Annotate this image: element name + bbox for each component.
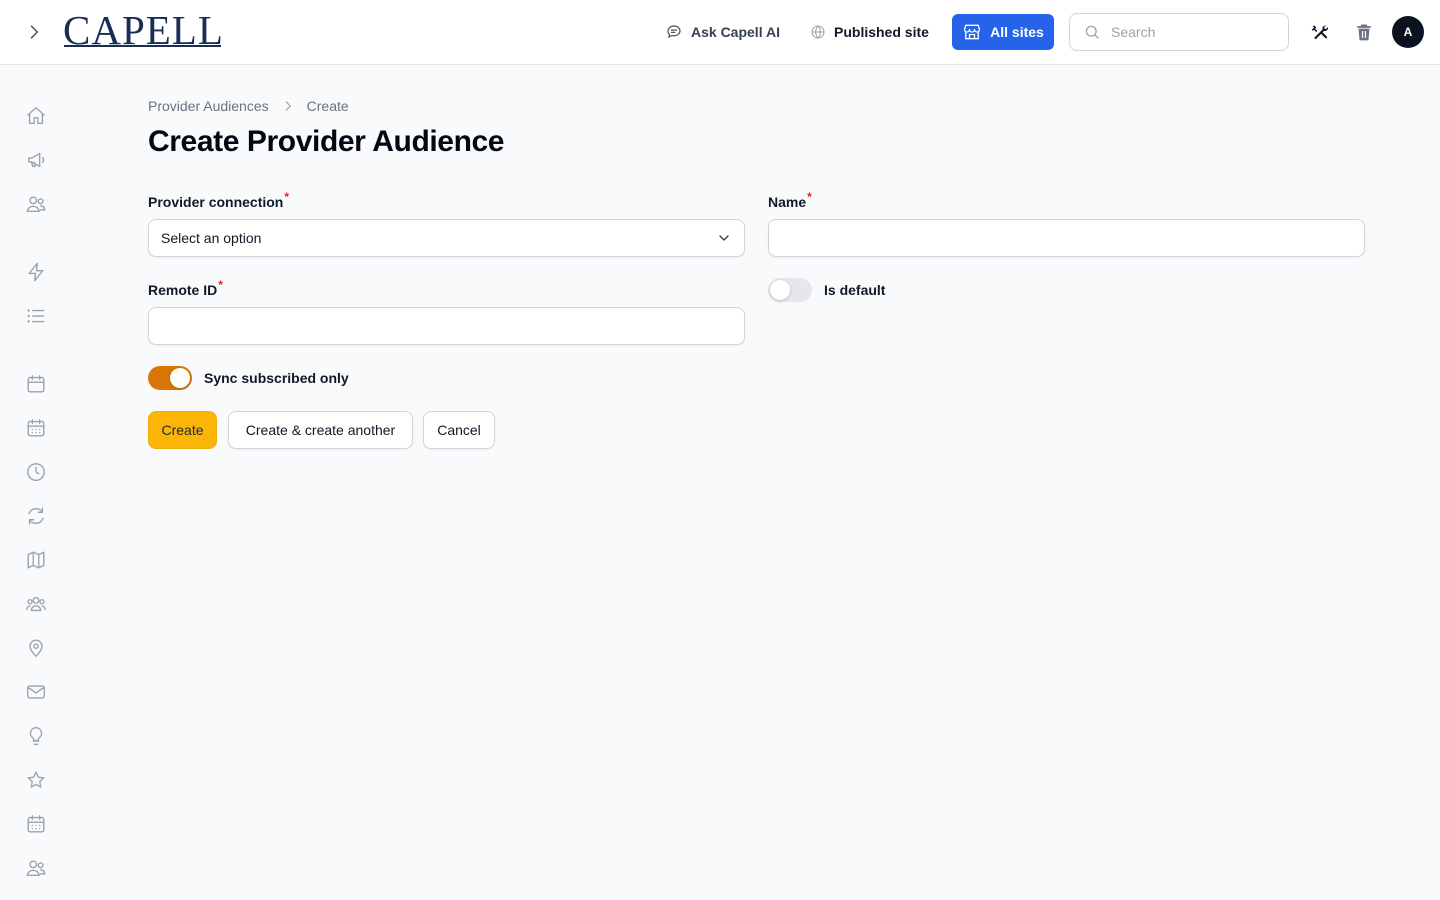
megaphone-icon [27,152,45,168]
search-input[interactable] [1111,24,1271,40]
required-marker: * [807,190,812,205]
create-and-create-another-button[interactable]: Create & create another [228,411,413,449]
sidebar-item-favorites[interactable] [24,768,48,792]
users-icon [26,196,46,213]
provider-connection-label-text: Provider connection [148,194,284,210]
sidebar-item-users[interactable] [24,192,48,216]
sync-subscribed-only-toggle[interactable] [148,366,192,390]
published-site-label: Published site [834,24,929,40]
user-group-icon [26,596,46,612]
trash-button[interactable] [1352,20,1376,44]
tools-button[interactable] [1308,20,1332,44]
calendar-days-icon [27,815,45,833]
breadcrumb: Provider Audiences Create [148,97,349,115]
sidebar-item-locations[interactable] [24,636,48,660]
published-site-link[interactable]: Published site [810,20,929,44]
remote-id-label: Remote ID* [148,278,223,299]
name-label: Name* [768,190,812,211]
breadcrumb-provider-audiences[interactable]: Provider Audiences [148,98,269,114]
breadcrumb-current: Create [306,98,349,114]
is-default-toggle[interactable] [768,278,812,302]
sidebar-item-members[interactable] [24,856,48,880]
clock-icon [27,463,45,481]
star-icon [27,771,45,788]
sidebar-item-home[interactable] [24,104,48,128]
is-default-label: Is default [824,282,886,298]
envelope-icon [27,685,45,699]
sidebar-item-groups[interactable] [24,592,48,616]
top-bar: CAPELL Ask Capell AI Published site All … [0,0,1440,65]
home-icon [27,107,45,125]
toggle-knob [170,368,190,388]
storefront-icon [963,24,981,40]
sidebar-item-automations[interactable] [24,260,48,284]
sidebar-item-lists[interactable] [24,304,48,328]
globe-icon [811,25,825,39]
users-icon [26,860,46,877]
wrench-screwdriver-icon [1311,25,1329,40]
user-avatar[interactable]: A [1392,16,1424,48]
light-bulb-icon [29,727,43,745]
toggle-knob [770,280,790,300]
remote-id-label-text: Remote ID [148,282,218,298]
sidebar-item-map[interactable] [24,548,48,572]
chevron-right-icon [285,101,291,111]
sidebar-item-history[interactable] [24,460,48,484]
sidebar-item-campaigns[interactable] [24,148,48,172]
provider-connection-label: Provider connection* [148,190,290,211]
name-input[interactable] [769,220,1364,256]
provider-connection-value: Select an option [161,230,262,246]
refresh-icon [28,507,44,525]
all-sites-button[interactable]: All sites [952,14,1054,50]
sidebar-item-ideas[interactable] [24,724,48,748]
logo-underline [64,45,221,47]
required-marker: * [284,190,290,205]
ask-ai-button[interactable]: Ask Capell AI [665,20,780,44]
map-pin-icon [29,639,43,657]
sidebar-item-schedule[interactable] [24,416,48,440]
sidebar-item-sync[interactable] [24,504,48,528]
map-icon [27,551,45,569]
trash-icon [1357,24,1371,41]
list-icon [27,309,45,323]
calendar-icon [27,375,45,393]
sidebar-item-calendar[interactable] [24,372,48,396]
search-icon [1085,25,1099,39]
create-button[interactable]: Create [148,411,217,449]
sidebar-item-events[interactable] [24,812,48,836]
name-field[interactable] [768,219,1365,257]
bolt-icon [28,262,44,282]
search-field[interactable] [1069,13,1289,51]
chat-bubble-icon [667,25,681,38]
sidebar-expand-button[interactable] [22,20,46,44]
name-label-text: Name [768,194,807,210]
cancel-button[interactable]: Cancel [423,411,495,449]
sync-subscribed-only-label: Sync subscribed only [204,370,349,386]
ask-ai-label: Ask Capell AI [691,24,780,40]
calendar-days-icon [27,419,45,437]
all-sites-label: All sites [990,24,1044,40]
chevron-right-icon [30,25,39,39]
sidebar-item-emails[interactable] [24,680,48,704]
provider-connection-select[interactable]: Select an option [148,219,745,257]
chevron-down-icon [719,235,729,241]
remote-id-field[interactable] [148,307,745,345]
required-marker: * [218,278,223,293]
page-title: Create Provider Audience [148,125,505,158]
remote-id-input[interactable] [149,308,744,344]
